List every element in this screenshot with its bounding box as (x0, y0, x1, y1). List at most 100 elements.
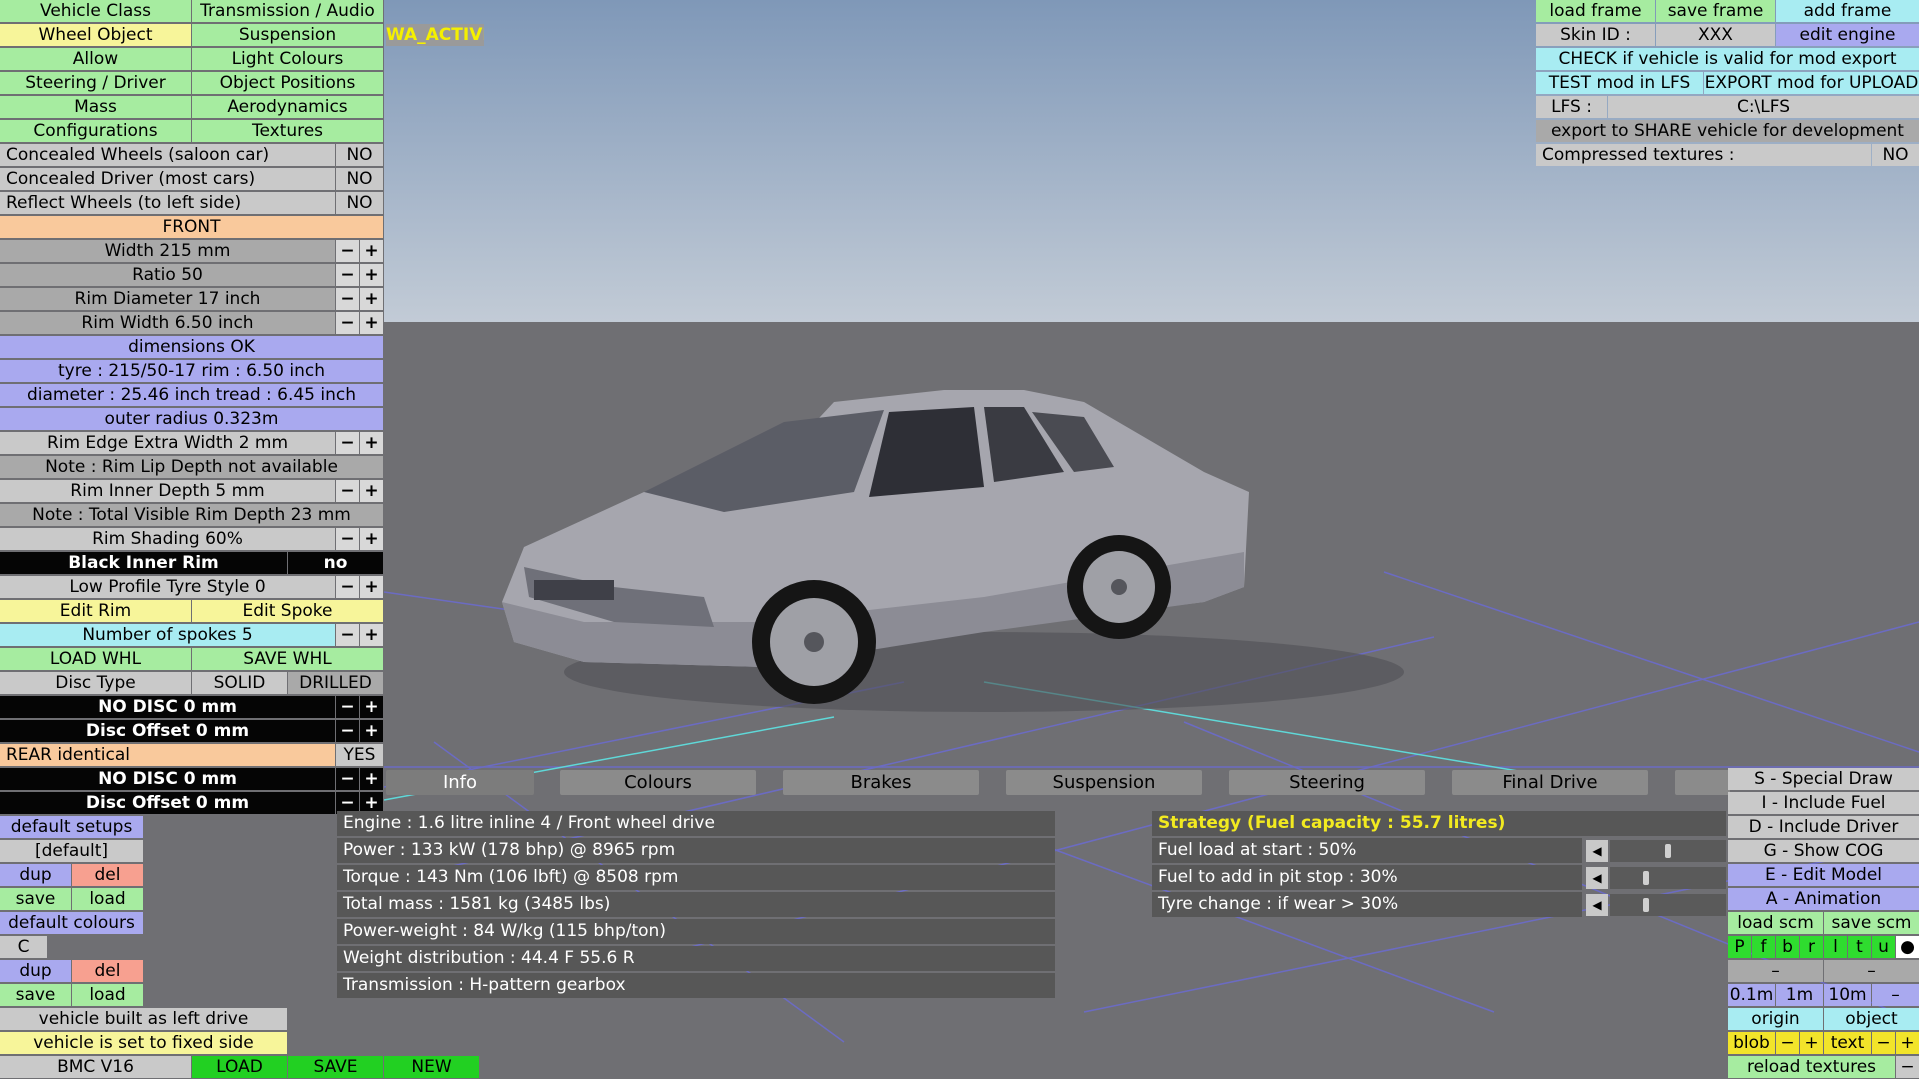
colour-dup-button[interactable]: dup (0, 960, 71, 982)
setup-dup-button[interactable]: dup (0, 864, 71, 886)
option-dash-1[interactable]: – (1728, 960, 1823, 982)
low-profile-plus-button[interactable]: + (360, 576, 383, 598)
spokes-plus-button[interactable]: + (360, 624, 383, 646)
origin-button[interactable]: origin (1728, 1008, 1823, 1030)
wheel-object-button[interactable]: Wheel Object (0, 24, 191, 46)
edit-model-button[interactable]: E - Edit Model (1728, 864, 1919, 886)
reload-minus-button[interactable]: − (1896, 1056, 1919, 1078)
mass-button[interactable]: Mass (0, 96, 191, 118)
export-mod-button[interactable]: EXPORT mod for UPLOAD (1704, 72, 1919, 94)
save-whl-button[interactable]: SAVE WHL (192, 648, 383, 670)
save-frame-button[interactable]: save frame (1656, 0, 1775, 22)
rim-width-plus-button[interactable]: + (360, 312, 383, 334)
engine-load-button[interactable]: LOAD (192, 1056, 287, 1078)
include-driver-button[interactable]: D - Include Driver (1728, 816, 1919, 838)
reflect-wheels-toggle[interactable]: NO (336, 192, 383, 214)
setup-default-item[interactable]: [default] (0, 840, 143, 862)
width-plus-button[interactable]: + (360, 240, 383, 262)
rim-diameter-minus-button[interactable]: − (336, 288, 359, 310)
rim-edge-plus-button[interactable]: + (360, 432, 383, 454)
rim-shading-plus-button[interactable]: + (360, 528, 383, 550)
disc-drilled-button[interactable]: DRILLED (288, 672, 383, 694)
rim-inner-plus-button[interactable]: + (360, 480, 383, 502)
step-1-button[interactable]: 1m (1776, 984, 1823, 1006)
tab-steering[interactable]: Steering (1229, 770, 1425, 795)
load-scm-button[interactable]: load scm (1728, 912, 1823, 934)
fixed-side-toggle[interactable]: vehicle is set to fixed side (0, 1032, 287, 1054)
front-disc-plus-button[interactable]: + (360, 696, 383, 718)
default-colours-button[interactable]: default colours (0, 912, 143, 934)
rim-width-minus-button[interactable]: − (336, 312, 359, 334)
save-scm-button[interactable]: save scm (1824, 912, 1919, 934)
textures-button[interactable]: Textures (192, 120, 383, 142)
animation-button[interactable]: A - Animation (1728, 888, 1919, 910)
edit-engine-button[interactable]: edit engine (1776, 24, 1919, 46)
blob-plus-button[interactable]: + (1800, 1032, 1823, 1054)
view-l-button[interactable]: l (1824, 936, 1847, 958)
tab-final-drive[interactable]: Final Drive (1452, 770, 1648, 795)
concealed-wheels-toggle[interactable]: NO (336, 144, 383, 166)
tyre-change-slider[interactable] (1610, 894, 1726, 916)
fuel-pit-left-icon[interactable]: ◀ (1586, 867, 1608, 889)
tab-brakes[interactable]: Brakes (783, 770, 979, 795)
black-inner-rim-toggle[interactable]: no (288, 552, 383, 574)
low-profile-minus-button[interactable]: − (336, 576, 359, 598)
object-button[interactable]: object (1824, 1008, 1919, 1030)
light-colours-button[interactable]: Light Colours (192, 48, 383, 70)
setup-del-button[interactable]: del (72, 864, 143, 886)
colour-save-button[interactable]: save (0, 984, 71, 1006)
object-positions-button[interactable]: Object Positions (192, 72, 383, 94)
view-dot-icon[interactable]: ● (1896, 936, 1919, 958)
vehicle-class-button[interactable]: Vehicle Class (0, 0, 191, 22)
left-drive-toggle[interactable]: vehicle built as left drive (0, 1008, 287, 1030)
front-offset-plus-button[interactable]: + (360, 720, 383, 742)
disc-solid-button[interactable]: SOLID (192, 672, 287, 694)
load-whl-button[interactable]: LOAD WHL (0, 648, 191, 670)
transmission-audio-button[interactable]: Transmission / Audio (192, 0, 383, 22)
edit-spoke-button[interactable]: Edit Spoke (192, 600, 383, 622)
text-minus-button[interactable]: − (1872, 1032, 1895, 1054)
view-r-button[interactable]: r (1800, 936, 1823, 958)
fuel-start-knob[interactable] (1665, 844, 1671, 858)
setup-load-button[interactable]: load (72, 888, 143, 910)
suspension-button[interactable]: Suspension (192, 24, 383, 46)
add-frame-button[interactable]: add frame (1776, 0, 1919, 22)
check-valid-button[interactable]: CHECK if vehicle is valid for mod export (1536, 48, 1919, 70)
width-minus-button[interactable]: − (336, 240, 359, 262)
view-p-button[interactable]: P (1728, 936, 1751, 958)
edit-rim-button[interactable]: Edit Rim (0, 600, 191, 622)
test-mod-button[interactable]: TEST mod in LFS (1536, 72, 1703, 94)
view-b-button[interactable]: b (1776, 936, 1799, 958)
load-frame-button[interactable]: load frame (1536, 0, 1655, 22)
fuel-pit-knob[interactable] (1643, 871, 1649, 885)
tab-suspension[interactable]: Suspension (1006, 770, 1202, 795)
rim-inner-minus-button[interactable]: − (336, 480, 359, 502)
rim-shading-minus-button[interactable]: − (336, 528, 359, 550)
tab-info[interactable]: Info (386, 770, 534, 795)
aerodynamics-button[interactable]: Aerodynamics (192, 96, 383, 118)
allow-button[interactable]: Allow (0, 48, 191, 70)
spokes-minus-button[interactable]: − (336, 624, 359, 646)
colour-del-button[interactable]: del (72, 960, 143, 982)
tab-more[interactable] (1675, 770, 1730, 795)
view-t-button[interactable]: t (1848, 936, 1871, 958)
step-01-button[interactable]: 0.1m (1728, 984, 1775, 1006)
tab-colours[interactable]: Colours (560, 770, 756, 795)
tyre-change-left-icon[interactable]: ◀ (1586, 894, 1608, 916)
ratio-plus-button[interactable]: + (360, 264, 383, 286)
colour-load-button[interactable]: load (72, 984, 143, 1006)
default-setups-button[interactable]: default setups (0, 816, 143, 838)
ratio-minus-button[interactable]: − (336, 264, 359, 286)
rear-identical-toggle[interactable]: YES (336, 744, 383, 766)
concealed-driver-toggle[interactable]: NO (336, 168, 383, 190)
rim-diameter-plus-button[interactable]: + (360, 288, 383, 310)
lfs-path-field[interactable]: C:\LFS (1608, 96, 1919, 118)
option-dash-2[interactable]: – (1824, 960, 1919, 982)
include-fuel-button[interactable]: I - Include Fuel (1728, 792, 1919, 814)
tyre-change-knob[interactable] (1643, 898, 1649, 912)
special-draw-button[interactable]: S - Special Draw (1728, 768, 1919, 790)
engine-new-button[interactable]: NEW (384, 1056, 479, 1078)
rear-disc-plus-button[interactable]: + (360, 768, 383, 790)
steering-driver-button[interactable]: Steering / Driver (0, 72, 191, 94)
engine-save-button[interactable]: SAVE (288, 1056, 383, 1078)
